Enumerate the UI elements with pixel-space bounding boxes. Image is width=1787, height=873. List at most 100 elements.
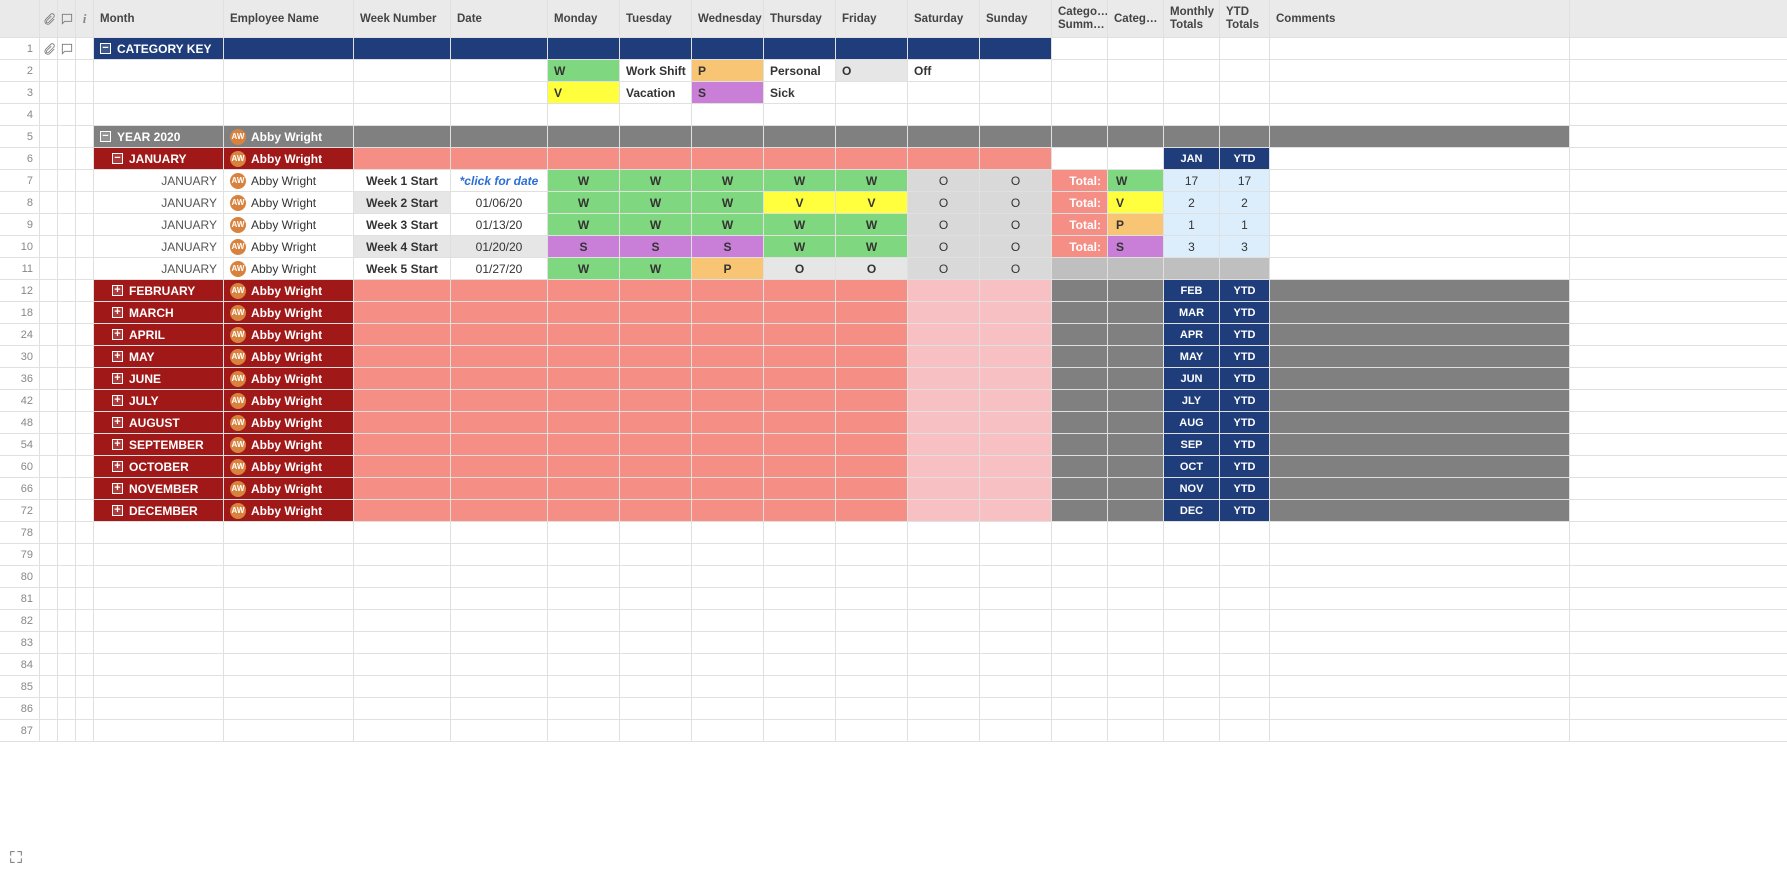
row-month-collapsed[interactable]: 12+FEBRUARYAWAbby WrightFEBYTD	[0, 280, 1787, 302]
col-category[interactable]: Categ…	[1108, 0, 1164, 37]
day-cell[interactable]: O	[908, 170, 980, 191]
employee-cell[interactable]: AWAbby Wright	[224, 258, 354, 279]
day-cell[interactable]: O	[980, 236, 1052, 257]
week-number[interactable]: Week 1 Start	[354, 170, 451, 191]
expand-toggle[interactable]: +	[112, 329, 123, 340]
day-cell[interactable]: O	[980, 170, 1052, 191]
attachment-icon[interactable]	[42, 42, 56, 56]
week-number[interactable]: Week 2 Start	[354, 192, 451, 213]
row-month-collapsed[interactable]: 54+SEPTEMBERAWAbby WrightSEPYTD	[0, 434, 1787, 456]
day-cell[interactable]: P	[692, 258, 764, 279]
employee-cell[interactable]: AWAbby Wright	[224, 148, 354, 169]
row-week[interactable]: 11JANUARYAWAbby WrightWeek 5 Start01/27/…	[0, 258, 1787, 280]
row-empty[interactable]: 86	[0, 698, 1787, 720]
day-cell[interactable]: W	[620, 192, 692, 213]
col-sunday[interactable]: Sunday	[980, 0, 1052, 37]
col-month[interactable]: Month	[94, 0, 224, 37]
row-week[interactable]: 7JANUARYAWAbby WrightWeek 1 Start*click …	[0, 170, 1787, 192]
expand-toggle[interactable]: +	[112, 351, 123, 362]
col-thursday[interactable]: Thursday	[764, 0, 836, 37]
row-week[interactable]: 9JANUARYAWAbby WrightWeek 3 Start01/13/2…	[0, 214, 1787, 236]
day-cell[interactable]: O	[980, 192, 1052, 213]
day-cell[interactable]: V	[764, 192, 836, 213]
employee-cell[interactable]: AWAbby Wright	[224, 302, 354, 323]
day-cell[interactable]: W	[764, 214, 836, 235]
expand-toggle[interactable]: +	[112, 483, 123, 494]
day-cell[interactable]: W	[836, 214, 908, 235]
row-month-collapsed[interactable]: 60+OCTOBERAWAbby WrightOCTYTD	[0, 456, 1787, 478]
date-cell[interactable]: 01/20/20	[451, 236, 548, 257]
date-cell[interactable]: 01/27/20	[451, 258, 548, 279]
day-cell[interactable]: O	[908, 214, 980, 235]
day-cell[interactable]: O	[908, 258, 980, 279]
day-cell[interactable]: W	[836, 170, 908, 191]
row-key[interactable]: 3VVacationSSick	[0, 82, 1787, 104]
date-cell[interactable]: 01/06/20	[451, 192, 548, 213]
date-cell[interactable]: *click for date	[451, 170, 548, 191]
employee-cell[interactable]: AWAbby Wright	[224, 126, 354, 147]
row-month-collapsed[interactable]: 36+JUNEAWAbby WrightJUNYTD	[0, 368, 1787, 390]
day-cell[interactable]: W	[548, 192, 620, 213]
row-empty[interactable]: 83	[0, 632, 1787, 654]
employee-cell[interactable]: AWAbby Wright	[224, 280, 354, 301]
comment-header-icon[interactable]	[58, 0, 76, 37]
col-wednesday[interactable]: Wednesday	[692, 0, 764, 37]
col-category-summary[interactable]: Catego… Summ…	[1052, 0, 1108, 37]
expand-toggle[interactable]: +	[112, 373, 123, 384]
employee-cell[interactable]: AWAbby Wright	[224, 192, 354, 213]
col-ytd-totals[interactable]: YTD Totals	[1220, 0, 1270, 37]
row-month-collapsed[interactable]: 72+DECEMBERAWAbby WrightDECYTD	[0, 500, 1787, 522]
col-monthly-totals[interactable]: Monthly Totals	[1164, 0, 1220, 37]
week-number[interactable]: Week 3 Start	[354, 214, 451, 235]
day-cell[interactable]: O	[764, 258, 836, 279]
col-saturday[interactable]: Saturday	[908, 0, 980, 37]
col-friday[interactable]: Friday	[836, 0, 908, 37]
collapse-toggle[interactable]: −	[112, 153, 123, 164]
employee-cell[interactable]: AWAbby Wright	[224, 500, 354, 521]
employee-cell[interactable]: AWAbby Wright	[224, 170, 354, 191]
col-date[interactable]: Date	[451, 0, 548, 37]
day-cell[interactable]: O	[836, 258, 908, 279]
row-empty[interactable]: 79	[0, 544, 1787, 566]
row-empty[interactable]: 78	[0, 522, 1787, 544]
employee-cell[interactable]: AWAbby Wright	[224, 434, 354, 455]
expand-toggle[interactable]: +	[112, 417, 123, 428]
row-month-collapsed[interactable]: 66+NOVEMBERAWAbby WrightNOVYTD	[0, 478, 1787, 500]
attachment-header-icon[interactable]	[40, 0, 58, 37]
row-week[interactable]: 10JANUARYAWAbby WrightWeek 4 Start01/20/…	[0, 236, 1787, 258]
col-comments[interactable]: Comments	[1270, 0, 1570, 37]
day-cell[interactable]: O	[908, 236, 980, 257]
employee-cell[interactable]: AWAbby Wright	[224, 368, 354, 389]
employee-cell[interactable]: AWAbby Wright	[224, 346, 354, 367]
row-key[interactable]: 2WWork ShiftPPersonalOOff	[0, 60, 1787, 82]
info-header-icon[interactable]: i	[76, 0, 94, 37]
row-week[interactable]: 8JANUARYAWAbby WrightWeek 2 Start01/06/2…	[0, 192, 1787, 214]
employee-cell[interactable]: AWAbby Wright	[224, 236, 354, 257]
row-month-collapsed[interactable]: 18+MARCHAWAbby WrightMARYTD	[0, 302, 1787, 324]
day-cell[interactable]: W	[692, 214, 764, 235]
row-category-key[interactable]: 1−CATEGORY KEY	[0, 38, 1787, 60]
row-comment-icon[interactable]	[60, 42, 74, 56]
day-cell[interactable]: W	[548, 214, 620, 235]
row-empty[interactable]: 85	[0, 676, 1787, 698]
row-empty[interactable]: 84	[0, 654, 1787, 676]
expand-toggle[interactable]: +	[112, 307, 123, 318]
col-monday[interactable]: Monday	[548, 0, 620, 37]
day-cell[interactable]: W	[620, 214, 692, 235]
employee-cell[interactable]: AWAbby Wright	[224, 214, 354, 235]
date-cell[interactable]: 01/13/20	[451, 214, 548, 235]
day-cell[interactable]: S	[548, 236, 620, 257]
day-cell[interactable]: V	[836, 192, 908, 213]
day-cell[interactable]: W	[692, 170, 764, 191]
day-cell[interactable]: W	[836, 236, 908, 257]
day-cell[interactable]: O	[908, 192, 980, 213]
expand-toggle[interactable]: +	[112, 439, 123, 450]
row-month-collapsed[interactable]: 48+AUGUSTAWAbby WrightAUGYTD	[0, 412, 1787, 434]
row-month-collapsed[interactable]: 30+MAYAWAbby WrightMAYYTD	[0, 346, 1787, 368]
row-empty[interactable]: 80	[0, 566, 1787, 588]
employee-cell[interactable]: AWAbby Wright	[224, 324, 354, 345]
expand-toggle[interactable]: +	[112, 461, 123, 472]
employee-cell[interactable]: AWAbby Wright	[224, 456, 354, 477]
week-number[interactable]: Week 4 Start	[354, 236, 451, 257]
day-cell[interactable]: W	[620, 258, 692, 279]
